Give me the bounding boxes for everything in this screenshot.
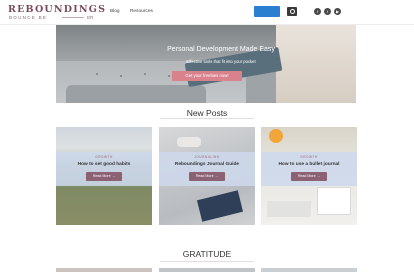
sofa-button — [120, 75, 122, 77]
hero-banner: Personal Development Made Easy Effective… — [56, 25, 356, 103]
gratitude-heading: GRATITUDE — [182, 249, 232, 259]
logo-tagline-end: ER — [87, 15, 94, 20]
section-underline — [160, 118, 254, 119]
site-logo[interactable]: REBOUNDINGS BOUNCE BE ER — [8, 4, 105, 22]
twitter-icon[interactable]: t — [324, 8, 331, 15]
post-card[interactable]: GROWTH How to use a bullet journal Read … — [261, 127, 357, 225]
hero-subtitle: Effective tools that fit into your pocke… — [186, 59, 256, 64]
section-underline — [160, 261, 254, 262]
facebook-icon[interactable]: f — [314, 8, 321, 15]
post-title[interactable]: Reboundings Journal Guide — [159, 162, 255, 167]
hero-title: Personal Development Made Easy — [167, 46, 275, 53]
logo-divider — [62, 17, 84, 18]
sofa-button — [96, 73, 98, 75]
nav-item-resources[interactable]: Resources — [130, 9, 153, 14]
read-more-button[interactable]: Read More → — [189, 172, 225, 181]
calendar-page — [317, 187, 351, 215]
post-caption: GROWTH How to use a bullet journal Read … — [261, 152, 357, 186]
post-thumbnail-partial[interactable] — [159, 268, 255, 272]
youtube-icon[interactable]: ▶ — [334, 8, 341, 15]
header-cta-button[interactable] — [254, 6, 280, 17]
read-more-button[interactable]: Read More → — [86, 172, 122, 181]
nav-item-blog[interactable]: Blog — [110, 9, 120, 14]
sofa-button — [144, 73, 146, 75]
post-card[interactable]: JOURNALING Reboundings Journal Guide Rea… — [159, 127, 255, 225]
site-header: REBOUNDINGS BOUNCE BE ER Blog Resources … — [0, 0, 414, 24]
post-title[interactable]: How to set good habits — [56, 162, 152, 167]
post-thumbnail-partial[interactable] — [261, 268, 357, 272]
hero-image-cushion — [66, 85, 206, 103]
notebook-shape — [267, 201, 311, 217]
logo-title: REBOUNDINGS — [8, 4, 107, 15]
search-icon[interactable] — [287, 7, 297, 16]
sofa-button — [168, 75, 170, 77]
logo-tagline: BOUNCE BE — [9, 15, 48, 20]
hero-image-person — [276, 25, 356, 103]
post-card[interactable]: GROWTH How to set good habits Read More … — [56, 127, 152, 225]
post-category[interactable]: GROWTH — [56, 155, 152, 159]
main-nav: Blog Resources — [110, 9, 162, 14]
post-category[interactable]: GROWTH — [261, 155, 357, 159]
read-more-button[interactable]: Read More → — [291, 172, 327, 181]
hero-cta-button[interactable]: Get your freebies now! — [172, 71, 242, 81]
glasses-shape — [177, 137, 201, 147]
post-caption: GROWTH How to set good habits Read More … — [56, 152, 152, 186]
new-posts-heading: New Posts — [186, 108, 228, 118]
post-thumbnail-partial[interactable] — [56, 268, 152, 272]
post-caption: JOURNALING Reboundings Journal Guide Rea… — [159, 152, 255, 186]
post-title[interactable]: How to use a bullet journal — [261, 162, 357, 167]
post-category[interactable]: JOURNALING — [159, 155, 255, 159]
flower-shape — [269, 129, 283, 143]
